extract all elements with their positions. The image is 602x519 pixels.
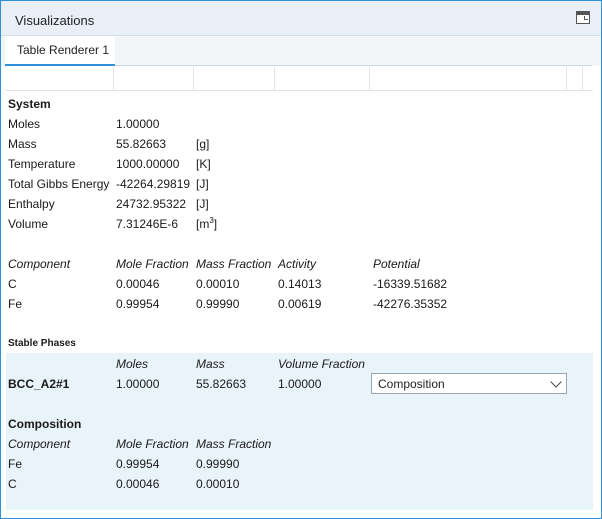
system-value-mass: 55.82663: [116, 137, 167, 151]
component-mass-fraction: 0.99990: [196, 297, 240, 311]
system-unit-enthalpy: [J]: [196, 197, 209, 211]
column-separator[interactable]: [566, 67, 567, 90]
system-label-mass: Mass: [8, 137, 37, 151]
component-name: C: [8, 277, 17, 291]
column-separator[interactable]: [113, 67, 114, 90]
composition-mass-fraction: 0.99990: [196, 457, 240, 471]
component-mass-fraction: 0.00010: [196, 277, 240, 291]
potential-header: Potential: [373, 257, 420, 271]
component-mole-fraction: 0.99954: [116, 297, 160, 311]
tab-table-renderer-1[interactable]: Table Renderer 1: [5, 36, 115, 66]
phase-volume-fraction-header: Volume Fraction: [278, 357, 365, 371]
composition-component: C: [8, 477, 17, 491]
system-label-enthalpy: Enthalpy: [8, 197, 55, 211]
column-separator[interactable]: [582, 67, 583, 90]
component-activity: 0.14013: [278, 277, 322, 291]
system-heading: System: [8, 97, 51, 111]
mass-fraction-header: Mass Fraction: [196, 257, 272, 271]
visualizations-window: Visualizations Table Renderer 1 System M…: [0, 0, 602, 519]
column-separator[interactable]: [369, 67, 370, 90]
system-value-gibbs: -42264.29819: [116, 177, 191, 191]
component-potential: -42276.35352: [373, 297, 448, 311]
phase-name: BCC_A2#1: [8, 377, 70, 391]
column-separator[interactable]: [274, 67, 275, 90]
system-unit-volume: [m3]: [196, 217, 218, 232]
system-value-volume: 7.31246E-6: [116, 217, 179, 231]
system-label-temperature: Temperature: [8, 157, 76, 171]
system-value-temperature: 1000.00000: [116, 157, 180, 171]
system-unit-mass: [g]: [196, 137, 210, 151]
composition-component: Fe: [8, 457, 23, 471]
component-name: Fe: [8, 297, 23, 311]
composition-mole-fraction: 0.00046: [116, 477, 160, 491]
maximize-icon[interactable]: [576, 11, 590, 24]
system-label-moles: Moles: [8, 117, 41, 131]
stable-phases-heading: Stable Phases: [8, 338, 76, 349]
system-value-moles: 1.00000: [116, 117, 160, 131]
composition-mole-fraction-header: Mole Fraction: [116, 437, 189, 451]
component-header: Component: [8, 257, 71, 271]
composition-heading: Composition: [8, 417, 82, 431]
composition-mole-fraction: 0.99954: [116, 457, 160, 471]
unit-base: [m: [196, 217, 210, 231]
composition-mass-fraction-header: Mass Fraction: [196, 437, 272, 451]
activity-header: Activity: [278, 257, 317, 271]
system-label-volume: Volume: [8, 217, 49, 231]
tab-label: Table Renderer 1: [17, 43, 110, 57]
phase-detail-dropdown[interactable]: Composition: [371, 373, 567, 394]
unit-end: ]: [213, 217, 218, 231]
system-label-gibbs: Total Gibbs Energy: [8, 177, 110, 191]
window-title: Visualizations: [15, 13, 95, 28]
system-value-enthalpy: 24732.95322: [116, 197, 187, 211]
phase-moles: 1.00000: [116, 377, 160, 391]
system-unit-gibbs: [J]: [196, 177, 209, 191]
tab-bar: Table Renderer 1: [1, 36, 601, 66]
component-mole-fraction: 0.00046: [116, 277, 160, 291]
mole-fraction-header: Mole Fraction: [116, 257, 189, 271]
tab-divider: [115, 65, 592, 66]
composition-component-header: Component: [8, 437, 71, 451]
phase-mass-header: Mass: [196, 357, 225, 371]
dropdown-selected-value: Composition: [378, 377, 445, 391]
phase-mass: 55.82663: [196, 377, 247, 391]
table-header-row: [6, 67, 593, 91]
phase-moles-header: Moles: [116, 357, 149, 371]
title-bar: Visualizations: [1, 1, 601, 36]
component-potential: -16339.51682: [373, 277, 448, 291]
component-activity: 0.00619: [278, 297, 322, 311]
column-separator[interactable]: [193, 67, 194, 90]
system-unit-temperature: [K]: [196, 157, 211, 171]
composition-mass-fraction: 0.00010: [196, 477, 240, 491]
chevron-down-icon: [550, 376, 562, 388]
phase-volume-fraction: 1.00000: [278, 377, 322, 391]
